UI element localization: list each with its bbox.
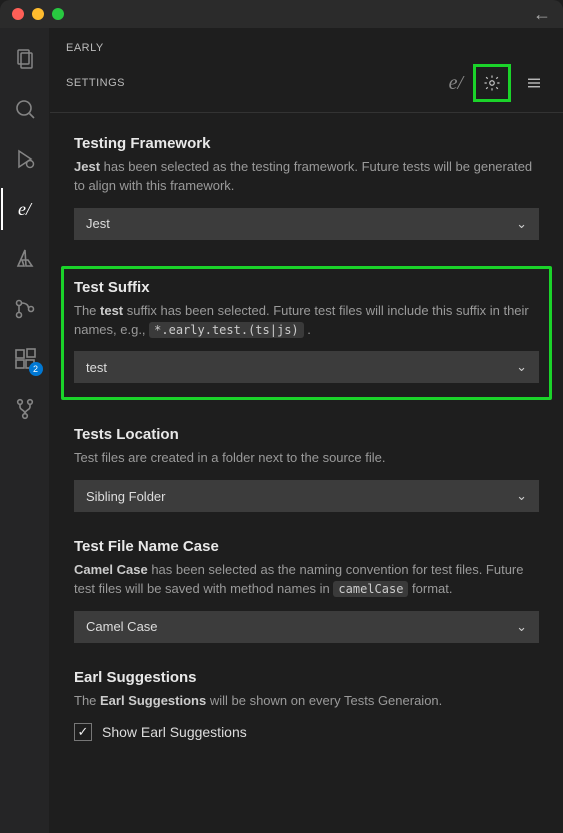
framework-select[interactable]: Jest ⌄ bbox=[74, 208, 539, 240]
section-description: The test suffix has been selected. Futur… bbox=[74, 302, 539, 340]
section-test-suffix: Test Suffix The test suffix has been sel… bbox=[61, 266, 552, 401]
source-control-icon[interactable] bbox=[1, 288, 49, 330]
activity-bar: e/ 2 bbox=[0, 28, 50, 833]
panel-section-label: SETTINGS bbox=[66, 77, 125, 89]
search-icon[interactable] bbox=[1, 88, 49, 130]
chevron-down-icon: ⌄ bbox=[516, 488, 527, 504]
section-earl-suggestions: Earl Suggestions The Earl Suggestions wi… bbox=[74, 669, 539, 741]
explorer-icon[interactable] bbox=[1, 38, 49, 80]
section-description: Camel Case has been selected as the nami… bbox=[74, 561, 539, 599]
settings-content: Testing Framework Jest has been selected… bbox=[50, 113, 563, 833]
titlebar: ← bbox=[0, 0, 563, 28]
select-value: Sibling Folder bbox=[86, 489, 166, 504]
chevron-down-icon: ⌄ bbox=[516, 216, 527, 232]
checkbox-label: Show Earl Suggestions bbox=[102, 724, 247, 740]
section-description: Test files are created in a folder next … bbox=[74, 449, 539, 468]
code-snippet: camelCase bbox=[333, 581, 408, 597]
section-file-name-case: Test File Name Case Camel Case has been … bbox=[74, 538, 539, 643]
section-description: Jest has been selected as the testing fr… bbox=[74, 158, 539, 196]
section-description: The Earl Suggestions will be shown on ev… bbox=[74, 692, 539, 711]
section-title: Earl Suggestions bbox=[74, 669, 539, 686]
menu-icon[interactable] bbox=[521, 70, 547, 96]
section-testing-framework: Testing Framework Jest has been selected… bbox=[74, 135, 539, 240]
show-suggestions-checkbox[interactable] bbox=[74, 723, 92, 741]
extensions-icon[interactable]: 2 bbox=[1, 338, 49, 380]
location-select[interactable]: Sibling Folder ⌄ bbox=[74, 480, 539, 512]
case-select[interactable]: Camel Case ⌄ bbox=[74, 611, 539, 643]
section-title: Tests Location bbox=[74, 426, 539, 443]
azure-icon[interactable] bbox=[1, 238, 49, 280]
brand-logo-text: e/ bbox=[449, 72, 463, 95]
close-window-button[interactable] bbox=[12, 8, 24, 20]
fork-icon[interactable] bbox=[1, 388, 49, 430]
section-title: Test File Name Case bbox=[74, 538, 539, 555]
gear-icon[interactable] bbox=[479, 70, 505, 96]
chevron-down-icon: ⌄ bbox=[516, 359, 527, 375]
select-value: Camel Case bbox=[86, 619, 158, 634]
panel-app-label: EARLY bbox=[50, 28, 563, 64]
traffic-lights bbox=[12, 8, 64, 20]
back-arrow-icon[interactable]: ← bbox=[533, 4, 551, 25]
extensions-badge: 2 bbox=[29, 362, 43, 376]
select-value: Jest bbox=[86, 216, 110, 231]
section-tests-location: Tests Location Test files are created in… bbox=[74, 426, 539, 512]
code-snippet: *.early.test.(ts|js) bbox=[149, 322, 304, 338]
suffix-select[interactable]: test ⌄ bbox=[74, 351, 539, 383]
run-debug-icon[interactable] bbox=[1, 138, 49, 180]
section-title: Testing Framework bbox=[74, 135, 539, 152]
section-title: Test Suffix bbox=[74, 279, 539, 296]
early-extension-icon[interactable]: e/ bbox=[1, 188, 49, 230]
maximize-window-button[interactable] bbox=[52, 8, 64, 20]
minimize-window-button[interactable] bbox=[32, 8, 44, 20]
chevron-down-icon: ⌄ bbox=[516, 619, 527, 635]
settings-panel: EARLY SETTINGS e/ Testing Framework Jes bbox=[50, 28, 563, 833]
select-value: test bbox=[86, 360, 107, 375]
highlight-box-gear bbox=[473, 64, 511, 102]
